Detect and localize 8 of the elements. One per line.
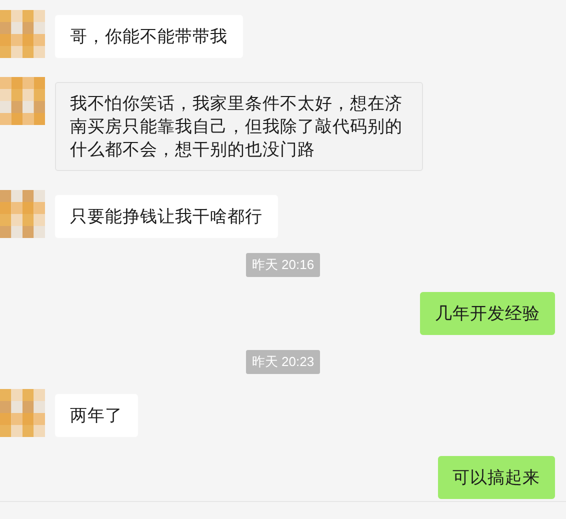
- timestamp: 昨天 20:23: [246, 350, 320, 374]
- message-bubble: 几年开发经验: [420, 292, 555, 335]
- message-bubble: 可以搞起来: [438, 456, 555, 499]
- message-bubble: 哥，你能不能带带我: [55, 15, 242, 58]
- timestamp: 昨天 20:16: [246, 253, 320, 277]
- message-bubble: 只要能挣钱让我干啥都行: [55, 195, 278, 238]
- message-bubble: 两年了: [55, 394, 138, 437]
- message-bubble: 我不怕你笑话，我家里条件不太好，想在济南买房只能靠我自己，但我除了敲代码别的什么都不会，想干别的也没门路: [55, 82, 423, 171]
